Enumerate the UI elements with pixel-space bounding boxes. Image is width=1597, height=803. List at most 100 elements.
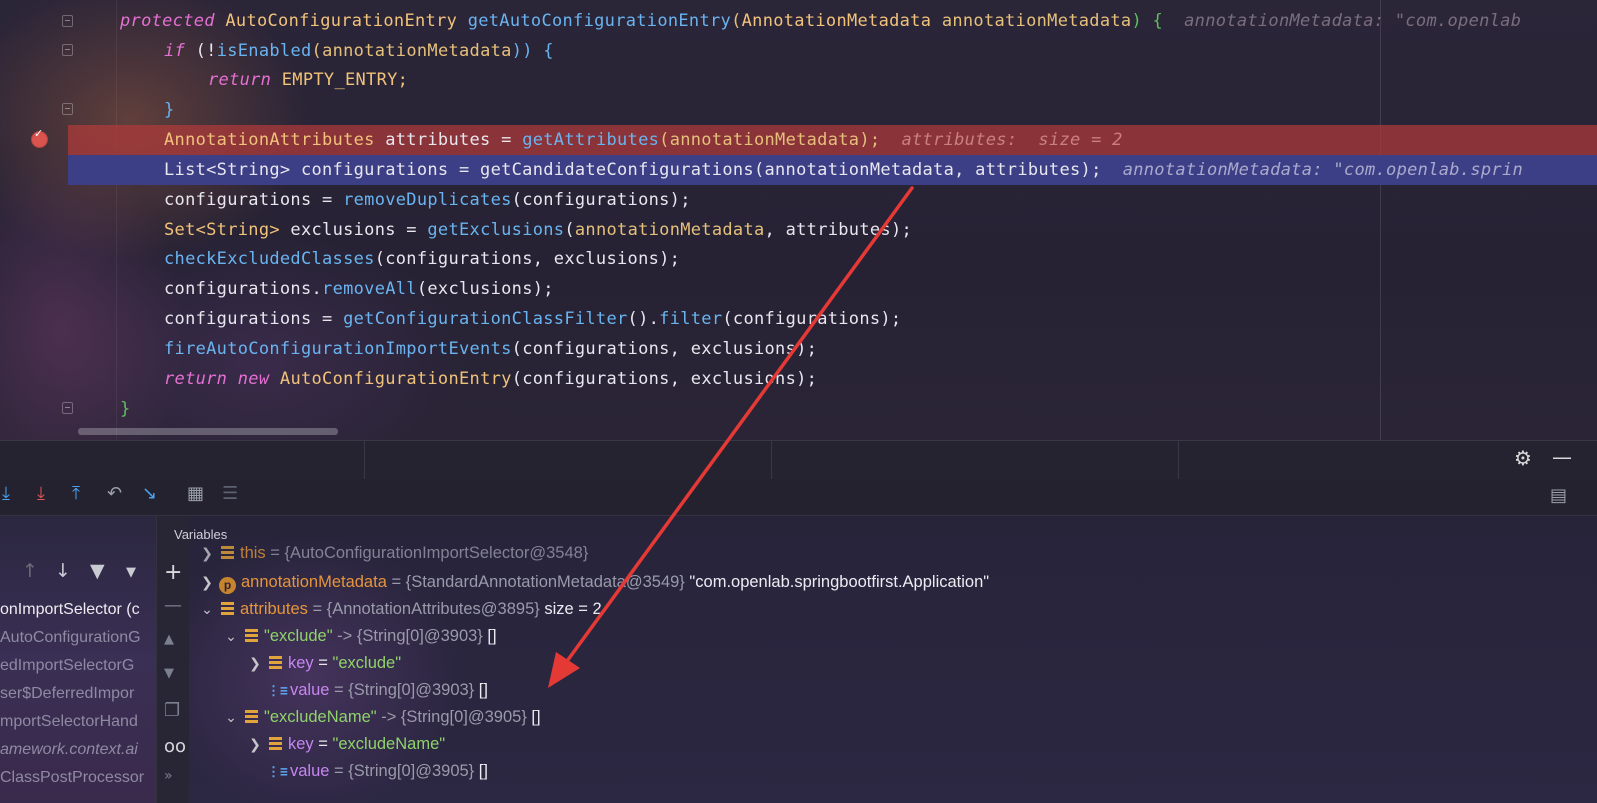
variable-row[interactable]: ❯ this = {AutoConfigurationImportSelector…: [199, 543, 588, 563]
variable-value: = {String[0]@3905}: [329, 762, 475, 780]
editor-gutter[interactable]: [0, 0, 116, 446]
method-call: removeAll: [322, 279, 417, 299]
code-text: , attributes);: [764, 220, 913, 240]
fold-marker[interactable]: [62, 103, 73, 115]
code-line[interactable]: return EMPTY_ENTRY;: [120, 65, 1597, 95]
chevron-down-icon[interactable]: ⌄: [223, 624, 239, 651]
copy-icon[interactable]: ❐: [164, 700, 180, 721]
field-icon: [269, 656, 282, 669]
frame-item[interactable]: amework.context.ai: [0, 736, 156, 764]
frame-item[interactable]: AutoConfigurationG: [0, 624, 156, 652]
code-text: (configurations, exclusions);: [374, 249, 681, 269]
method-call: isEnabled: [216, 41, 312, 61]
step-out-icon[interactable]: ⤒: [72, 483, 80, 504]
field-icon: [269, 737, 282, 750]
remove-icon[interactable]: —: [164, 595, 182, 616]
code-line[interactable]: configurations = getConfigurationClassFi…: [120, 304, 1597, 334]
fold-marker[interactable]: [62, 15, 73, 27]
code-text: (exclusions);: [416, 279, 554, 299]
gear-icon[interactable]: ⚙: [1514, 446, 1532, 470]
variable-row[interactable]: ❯ key = "exclude": [247, 650, 401, 677]
filter-icon[interactable]: ▼: [90, 560, 105, 582]
variable-row[interactable]: ❯ key = "excludeName": [247, 731, 445, 758]
code-line[interactable]: configurations = removeDuplicates(config…: [120, 185, 1597, 215]
type-name: AutoConfigurationEntry: [279, 369, 512, 389]
code-line[interactable]: }: [120, 394, 1597, 424]
chevron-right-icon[interactable]: ❯: [247, 651, 263, 678]
run-to-cursor-icon[interactable]: ↘: [142, 483, 157, 504]
variable-row[interactable]: ⌄ "excludeName" -> {String[0]@3905} []: [223, 704, 540, 732]
variable-op: =: [313, 735, 333, 753]
frame-item[interactable]: mportSelectorHand: [0, 708, 156, 736]
variable-op: =: [313, 654, 333, 672]
variable-string: "excludeName": [332, 735, 446, 753]
more-icon[interactable]: »: [164, 768, 173, 784]
force-step-into-icon[interactable]: ⤓: [37, 483, 45, 504]
variable-name: key: [288, 654, 314, 672]
debug-tab-strip[interactable]: [0, 440, 1597, 479]
breakpoint-line[interactable]: AnnotationAttributes attributes = getAtt…: [68, 125, 1597, 155]
keyword: if: [164, 41, 186, 61]
method-call: getAttributes: [522, 130, 660, 150]
move-down-icon[interactable]: ▼: [164, 666, 174, 681]
code-text: (configurations);: [722, 309, 902, 329]
method-call: getConfigurationClassFilter: [343, 309, 628, 329]
code-line[interactable]: return new AutoConfigurationEntry(config…: [120, 364, 1597, 394]
layout-icon[interactable]: ▤: [1550, 485, 1567, 506]
code-text: }: [120, 399, 131, 419]
step-over-icon[interactable]: ⤓: [2, 483, 10, 504]
code-line[interactable]: configurations.removeAll(exclusions);: [120, 274, 1597, 304]
horizontal-scrollbar[interactable]: [78, 428, 338, 435]
frame-item[interactable]: ser$DeferredImpor: [0, 680, 156, 708]
breakpoint-icon[interactable]: [31, 127, 48, 148]
variable-row[interactable]: ⋮≡ value = {String[0]@3905} []: [263, 758, 488, 785]
add-watch-icon[interactable]: +: [164, 560, 182, 585]
variable-string: []: [474, 681, 488, 699]
minimize-icon[interactable]: —: [1552, 445, 1572, 469]
chevron-right-icon[interactable]: ❯: [199, 544, 215, 563]
variable-row[interactable]: ⌄ attributes = {AnnotationAttributes@3895…: [199, 596, 602, 623]
frame-item[interactable]: onImportSelector (c: [0, 596, 156, 624]
move-up-icon[interactable]: ▲: [164, 632, 174, 647]
keyword: protected: [120, 11, 215, 31]
code-line[interactable]: if (!isEnabled(annotationMetadata)) {: [120, 36, 1597, 66]
chevron-down-icon[interactable]: ⌄: [223, 705, 239, 732]
code-line[interactable]: protected AutoConfigurationEntry getAuto…: [120, 6, 1597, 36]
paren: ) {: [1131, 11, 1164, 31]
frame-label: onImportSelector (c: [0, 601, 140, 618]
parameter-icon: p: [219, 577, 236, 594]
variable-row[interactable]: ⋮≡ value = {String[0]@3903} []: [263, 677, 488, 704]
variable-row[interactable]: ⌄ "exclude" -> {String[0]@3903} []: [223, 623, 496, 651]
param-name: annotationMetadata: [574, 220, 765, 240]
trace-icon[interactable]: ☰: [222, 483, 238, 504]
variable-row[interactable]: ❯ p annotationMetadata = {StandardAnnotati…: [199, 569, 989, 596]
evaluate-expression-icon[interactable]: ▦: [187, 483, 204, 504]
frame-up-icon[interactable]: ↑: [22, 560, 38, 582]
field-icon: [221, 602, 234, 615]
frame-item[interactable]: ClassPostProcessor: [0, 764, 156, 792]
drop-frame-icon[interactable]: ↶: [107, 483, 122, 504]
frame-item[interactable]: edImportSelectorG: [0, 652, 156, 680]
variable-value: = {StandardAnnotationMetadata@3549}: [386, 573, 685, 591]
code-text: configurations.: [164, 279, 323, 299]
method-name: getAutoConfigurationEntry: [467, 11, 732, 31]
keyword: return: [208, 70, 272, 90]
debug-toolbar: [0, 479, 1597, 516]
chevron-down-icon[interactable]: ▼: [126, 565, 136, 580]
array-icon: ⋮≡: [267, 684, 288, 699]
variables-title: Variables: [174, 527, 228, 542]
method-call: fireAutoConfigurationImportEvents: [164, 339, 512, 359]
fold-marker[interactable]: [62, 44, 73, 56]
code-editor[interactable]: protected AutoConfigurationEntry getAuto…: [0, 0, 1597, 446]
code-line[interactable]: checkExcludedClasses(configurations, exc…: [120, 244, 1597, 274]
fold-marker[interactable]: [62, 402, 73, 414]
code-line[interactable]: Set<String> exclusions = getExclusions(a…: [120, 215, 1597, 245]
chevron-down-icon[interactable]: ⌄: [199, 597, 215, 624]
glasses-icon[interactable]: oo: [164, 736, 186, 757]
chevron-right-icon[interactable]: ❯: [247, 732, 263, 759]
code-line[interactable]: fireAutoConfigurationImportEvents(config…: [120, 334, 1597, 364]
code-line[interactable]: }: [120, 95, 1597, 125]
chevron-right-icon[interactable]: ❯: [199, 570, 215, 597]
current-execution-line[interactable]: List<String> configurations = getCandida…: [68, 155, 1597, 185]
frame-down-icon[interactable]: ↓: [55, 560, 71, 582]
